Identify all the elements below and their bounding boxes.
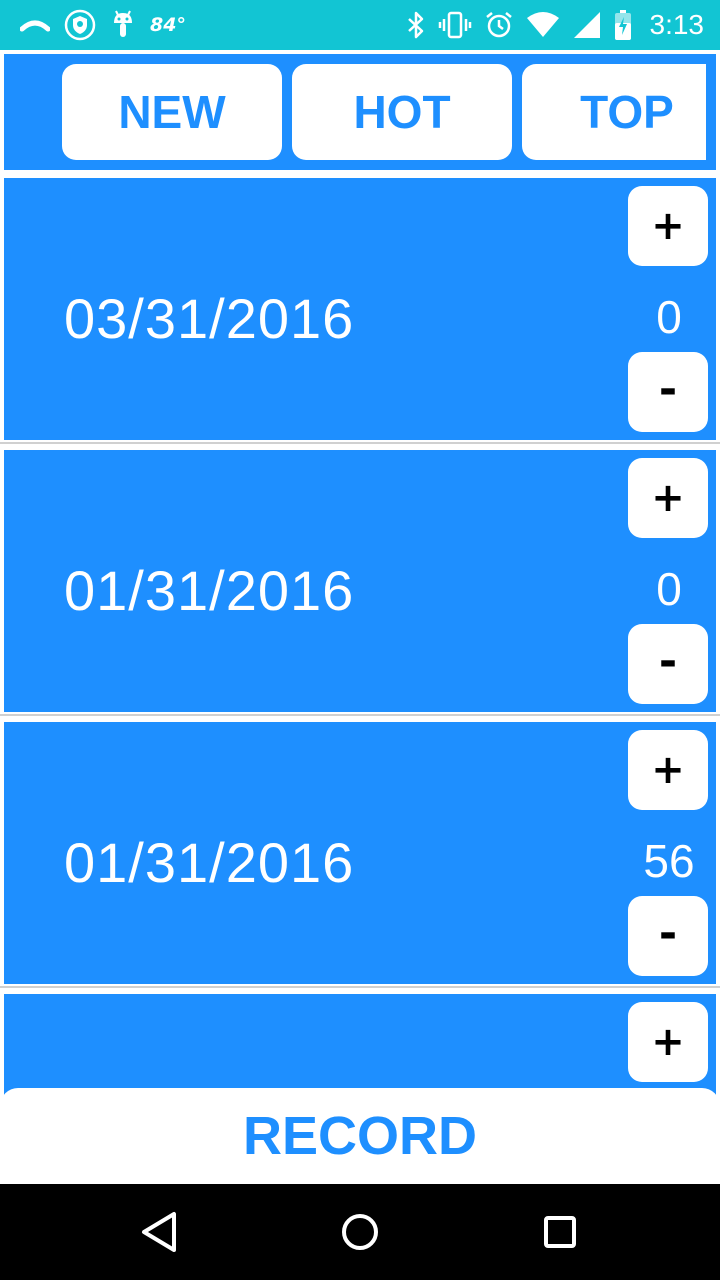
battery-charging-icon [614,9,632,41]
vote-count: 0 [656,563,682,615]
list-item[interactable]: 03/31/2016 + 0 - [4,178,716,440]
row-divider [0,442,720,444]
item-date: 01/31/2016 [64,831,355,894]
temperature-text: 84° [150,14,186,36]
status-left-icons: 84° [0,9,186,41]
vote-count: 0 [656,291,682,343]
shield-icon [64,9,96,41]
vote-count: 56 [643,835,695,887]
row-divider [0,986,720,988]
record-button[interactable]: RECORD [0,1088,720,1184]
upvote-button[interactable]: + [628,186,708,266]
downvote-button[interactable]: - [628,896,708,976]
tab-top[interactable]: TOP [522,64,706,160]
vibrate-icon [438,10,472,40]
clock-text: 3:13 [649,9,705,40]
downvote-button[interactable]: - [628,624,708,704]
back-icon[interactable] [136,1208,184,1256]
home-icon[interactable] [336,1208,384,1256]
tab-hot[interactable]: HOT [292,64,512,160]
alarm-icon [484,10,514,40]
recents-icon[interactable] [536,1208,584,1256]
android-icon [110,9,136,41]
bluetooth-icon [406,10,426,40]
upvote-button[interactable]: + [628,458,708,538]
tab-bar: NEW HOT TOP [4,54,716,170]
list-item[interactable]: 01/31/2016 + 56 - [4,722,716,984]
wifi-icon [526,12,560,38]
upvote-button[interactable]: + [628,730,708,810]
list-item[interactable]: 01/31/2016 + 0 - [4,450,716,712]
signal-icon [572,11,602,39]
upvote-button[interactable]: + [628,1002,708,1082]
recording-list[interactable]: 03/31/2016 + 0 - 01/31/2016 + 0 - 01/31/… [0,172,720,1184]
navigation-bar [0,1184,720,1280]
tab-new[interactable]: NEW [62,64,282,160]
downvote-button[interactable]: - [628,352,708,432]
row-divider [0,714,720,716]
item-date: 01/31/2016 [64,559,355,622]
item-date: 03/31/2016 [64,287,355,350]
status-bar: 84° 3:13 [0,0,720,50]
status-right-icons: 3:13 [406,9,720,41]
cast-icon [20,15,50,35]
